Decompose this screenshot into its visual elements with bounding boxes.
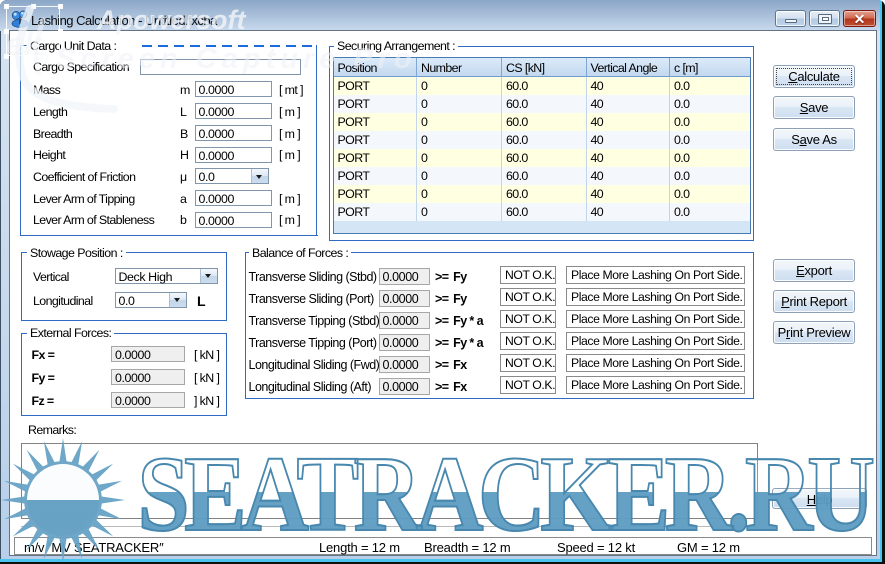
svg-text:SEATRACKER.RU: SEATRACKER.RU xyxy=(138,434,874,553)
